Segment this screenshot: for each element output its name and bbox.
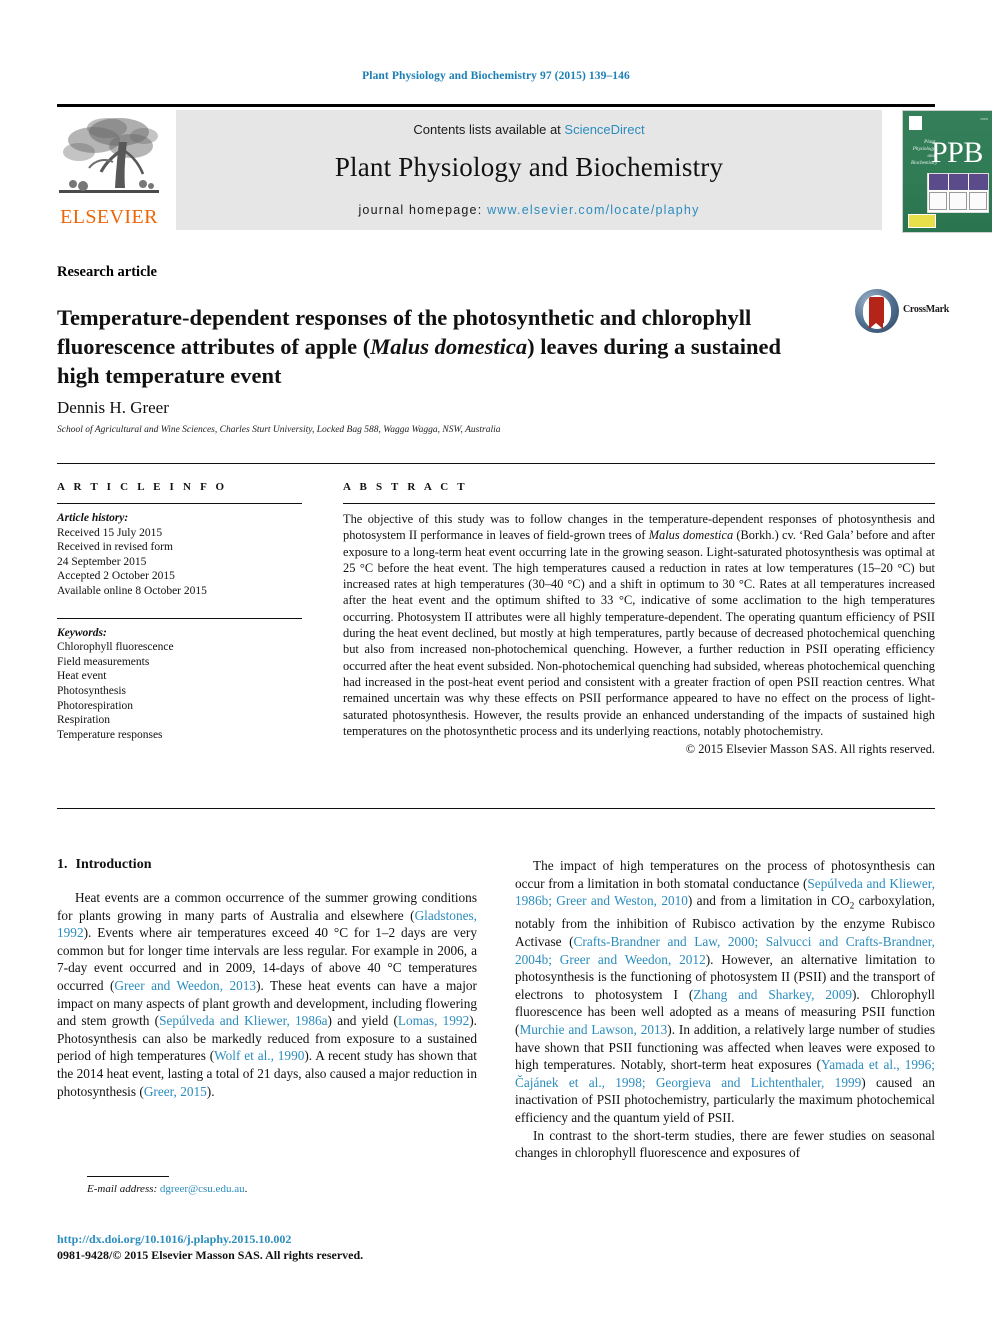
cover-badge-icon [908, 214, 936, 228]
citation-murchie-lawson-2013[interactable]: Murchie and Lawson, 2013 [519, 1022, 667, 1037]
history-item: 24 September 2015 [57, 555, 147, 568]
elsevier-logo: ELSEVIER [57, 110, 161, 232]
footnote-email: E-mail address: dgreer@csu.edu.au. [87, 1183, 247, 1195]
footnote-separator-rule [87, 1176, 169, 1177]
abstract-rule [343, 503, 935, 504]
cover-figure-photos [928, 174, 988, 190]
contents-prefix: Contents lists available at [413, 122, 565, 137]
article-info-heading: A R T I C L E I N F O [57, 481, 228, 493]
abstract-heading: A B S T R A C T [343, 481, 468, 493]
article-type-label: Research article [57, 264, 157, 280]
journal-homepage-line: journal homepage: www.elsevier.com/locat… [176, 203, 882, 217]
body-column-left: 1. Introduction Heat events are a common … [57, 857, 477, 1100]
citation-sepulveda-kliewer-1986a[interactable]: Sepúlveda and Kliewer, 1986a [159, 1013, 327, 1028]
crossmark-bookmark-icon [869, 297, 884, 329]
cover-issn-text: ISSN [980, 117, 988, 121]
journal-banner: Contents lists available at ScienceDirec… [176, 110, 882, 230]
citation-lomas-1992[interactable]: Lomas, 1992 [398, 1013, 469, 1028]
journal-masthead: ELSEVIER Contents lists available at Sci… [57, 104, 992, 233]
crossmark-circle-icon [855, 289, 899, 333]
intro-paragraph-1: Heat events are a common occurrence of t… [57, 889, 477, 1100]
intro-paragraph-2: The impact of high temperatures on the p… [515, 857, 935, 1127]
history-item: Accepted 2 October 2015 [57, 570, 175, 583]
abstract-text: The objective of this study was to follo… [343, 511, 935, 739]
intro-text-d: ) and yield ( [327, 1013, 398, 1029]
intro-paragraph-3: In contrast to the short-term studies, t… [515, 1127, 935, 1161]
journal-cover-thumbnail: ISSN Plant Physiology and Biochemistry P… [902, 110, 992, 233]
citation-wolf-et-al-1990[interactable]: Wolf et al., 1990 [214, 1048, 304, 1063]
citation-greer-weedon-2013[interactable]: Greer and Weedon, 2013 [114, 978, 256, 993]
intro-r-text-b: ) and from a limitation in CO [687, 893, 850, 909]
homepage-prefix: journal homepage: [358, 203, 488, 217]
crossmark-badge[interactable]: CrossMark [855, 287, 949, 337]
elsevier-wordmark: ELSEVIER [60, 206, 158, 228]
issn-copyright-line: 0981-9428/© 2015 Elsevier Masson SAS. Al… [57, 1248, 364, 1262]
crossmark-label: CrossMark [903, 304, 950, 315]
journal-homepage-link[interactable]: www.elsevier.com/locate/plaphy [487, 203, 699, 217]
cover-elsevier-mark-icon [909, 116, 922, 130]
section-number: 1. [57, 857, 68, 872]
keyword-item: Temperature responses [57, 728, 163, 741]
running-head: Plant Physiology and Biochemistry 97 (20… [362, 70, 630, 82]
sciencedirect-link[interactable]: ScienceDirect [564, 122, 644, 137]
article-info-column: A R T I C L E I N F O Article history: R… [57, 481, 302, 742]
cover-figure-plots [928, 191, 988, 211]
article-history-block: Article history: Received 15 July 2015 R… [57, 511, 302, 599]
body-column-right: The impact of high temperatures on the p… [515, 857, 935, 1162]
section-title: Introduction [75, 857, 152, 872]
section-heading-introduction: 1. Introduction [57, 857, 477, 873]
journal-title: Plant Physiology and Biochemistry [334, 152, 724, 182]
keywords-rule [57, 617, 302, 619]
keywords-block: Keywords: Chlorophyll fluorescence Field… [57, 626, 302, 743]
history-item: Available online 8 October 2015 [57, 584, 207, 597]
email-period: . [244, 1183, 248, 1195]
keyword-item: Respiration [57, 714, 111, 727]
abstract-part-2: (Borkh.) cv. ‘Red Gala’ before and after… [343, 528, 935, 738]
keyword-item: Photosynthesis [57, 684, 127, 697]
abstract-species-italic: Malus domestica [648, 528, 734, 543]
history-item: Received in revised form [57, 541, 173, 554]
citation-zhang-sharkey-2009[interactable]: Zhang and Sharkey, 2009 [693, 987, 852, 1002]
author-affiliation: School of Agricultural and Wine Sciences… [57, 425, 501, 435]
article-history-label: Article history: [57, 512, 129, 524]
citation-greer-2015[interactable]: Greer, 2015 [144, 1084, 207, 1099]
author-name: Dennis H. Greer [57, 398, 169, 417]
elsevier-tree-icon [59, 118, 159, 193]
info-band-bottom-rule [57, 808, 935, 809]
contents-available-line: Contents lists available at ScienceDirec… [176, 122, 882, 137]
cover-figure-panel [927, 173, 989, 213]
keyword-item: Heat event [57, 670, 107, 683]
keyword-item: Field measurements [57, 655, 150, 668]
email-link[interactable]: dgreer@csu.edu.au [160, 1183, 245, 1195]
abstract-copyright: © 2015 Elsevier Masson SAS. All rights r… [685, 742, 935, 757]
email-label: E-mail address: [87, 1183, 158, 1195]
article-info-rule [57, 503, 302, 504]
paper-page: Plant Physiology and Biochemistry 97 (20… [0, 0, 992, 1323]
history-item: Received 15 July 2015 [57, 526, 163, 539]
keywords-label: Keywords: [57, 626, 107, 639]
intro-text-g: ). [206, 1083, 215, 1099]
cover-acronym: PPB [931, 136, 983, 169]
keyword-item: Chlorophyll fluorescence [57, 641, 174, 654]
title-species-italic: Malus domestica [370, 334, 528, 360]
doi-link[interactable]: http://dx.doi.org/10.1016/j.plaphy.2015.… [57, 1232, 291, 1247]
masthead-top-rule [57, 104, 935, 107]
page-title: Temperature-dependent responses of the p… [57, 303, 817, 390]
info-band-top-rule [57, 463, 935, 464]
keyword-item: Photorespiration [57, 699, 134, 712]
abstract-column: A B S T R A C T The objective of this st… [343, 481, 935, 757]
